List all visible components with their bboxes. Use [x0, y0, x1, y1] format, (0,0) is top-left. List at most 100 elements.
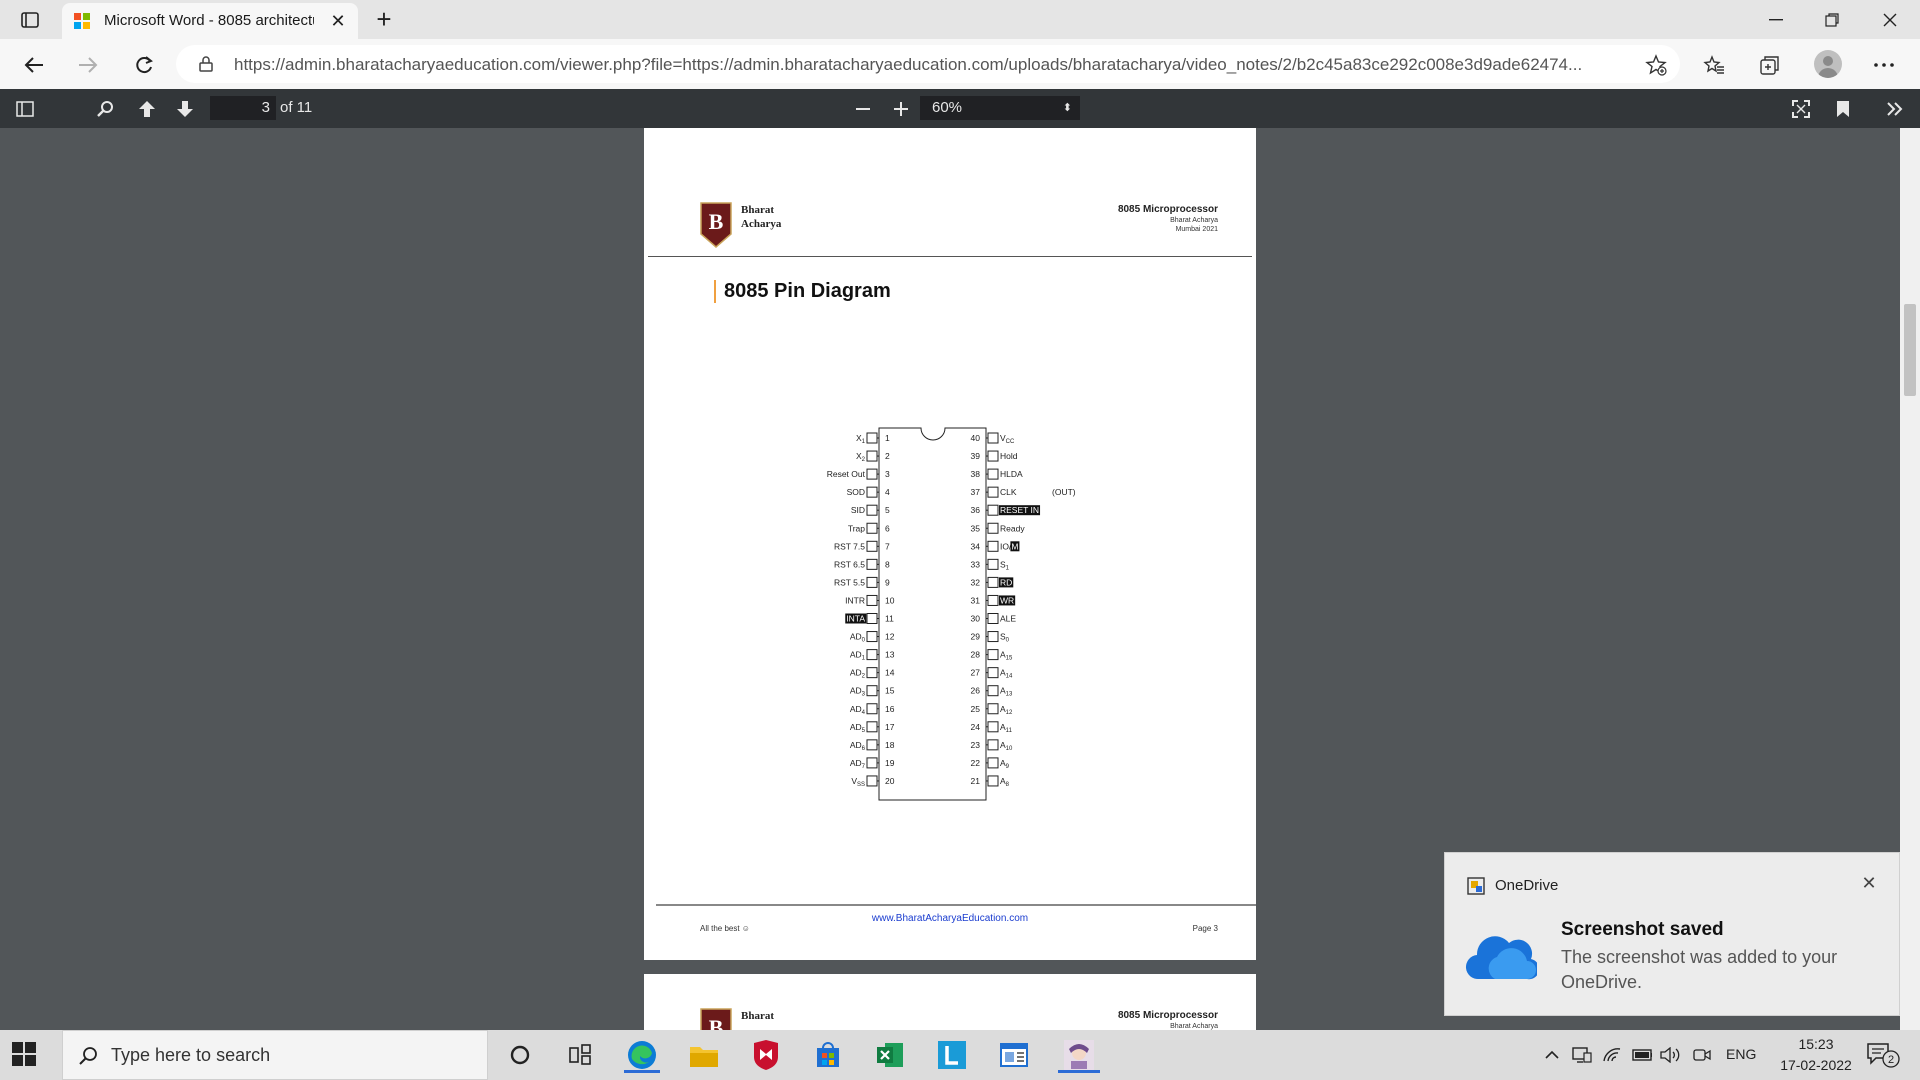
tools-expand-icon[interactable] [1884, 98, 1906, 120]
pin-label-right-25: A12 [1000, 704, 1013, 716]
scrollbar-thumb[interactable] [1904, 304, 1916, 396]
pin-label-left-17: AD5 [850, 722, 866, 734]
page-number-input[interactable]: 3 [210, 96, 276, 120]
tab-close-icon[interactable]: ✕ [328, 11, 348, 31]
add-favorite-icon[interactable] [1644, 53, 1668, 77]
pin-number-39: 39 [971, 451, 981, 461]
display-settings-icon[interactable] [1572, 1045, 1592, 1065]
pin-label-left-16: AD4 [850, 704, 866, 716]
active-low-letter-34: M [1011, 541, 1018, 551]
pin-number-16: 16 [885, 704, 895, 714]
document-viewer-icon[interactable] [996, 1037, 1032, 1073]
address-bar-row: https://admin.bharatacharyaeducation.com… [0, 39, 1920, 90]
windows-start-icon[interactable] [12, 1042, 38, 1068]
close-window-button[interactable] [1870, 6, 1910, 34]
toast-close-icon[interactable]: ✕ [1859, 873, 1879, 893]
pin-label-left-2: X2 [856, 451, 866, 463]
pin-box-6 [866, 522, 878, 534]
footer-website-link[interactable]: www.BharatAcharyaEducation.com [644, 913, 1256, 924]
tab-title: Microsoft Word - 8085 architectu [104, 12, 314, 29]
browser-tab[interactable]: Microsoft Word - 8085 architectu ✕ [62, 3, 358, 39]
pin-label-right-36: RESET IN [1000, 505, 1039, 515]
pin-box-33 [987, 558, 999, 570]
onedrive-notification[interactable]: OneDrive ✕ Screenshot saved The screensh… [1444, 852, 1900, 1016]
pin-label-right-37: CLK [1000, 487, 1017, 497]
new-tab-button[interactable]: + [370, 6, 398, 34]
active-indicator [624, 1070, 660, 1073]
next-header-title: 8085 Microprocessor [1117, 1010, 1218, 1021]
notification-center-icon[interactable]: 2 [1866, 1042, 1900, 1068]
pin-box-36 [987, 504, 999, 516]
more-menu-icon[interactable] [1872, 53, 1896, 77]
restore-button[interactable] [1812, 6, 1852, 34]
zoom-out-icon[interactable] [852, 98, 874, 120]
find-icon[interactable] [94, 98, 116, 120]
task-view-icon[interactable] [562, 1037, 598, 1073]
file-explorer-icon[interactable] [686, 1037, 722, 1073]
zoom-in-icon[interactable] [890, 98, 912, 120]
next-page-icon[interactable] [174, 98, 196, 120]
pin-number-32: 32 [971, 577, 981, 587]
pin-number-10: 10 [885, 595, 895, 605]
lock-icon[interactable] [198, 56, 214, 72]
pin-number-5: 5 [885, 505, 890, 515]
pin-box-15 [866, 685, 878, 697]
bharat-acharya-logo-next: B [700, 1008, 732, 1030]
url-field[interactable]: https://admin.bharatacharyaeducation.com… [176, 45, 1680, 83]
bookmark-icon[interactable] [1832, 98, 1854, 120]
battery-icon[interactable] [1632, 1045, 1652, 1065]
collections-icon[interactable] [1758, 53, 1782, 77]
forward-button[interactable] [72, 49, 104, 81]
pin-label-left-4: SOD [847, 487, 865, 497]
pin-number-37: 37 [971, 487, 981, 497]
clock-date[interactable]: 17-02-2022 [1766, 1057, 1866, 1073]
language-indicator[interactable]: ENG [1726, 1046, 1756, 1062]
pin-number-8: 8 [885, 559, 890, 569]
l-app-icon[interactable] [934, 1037, 970, 1073]
pin-label-left-20: VSS [851, 776, 865, 788]
pin-number-27: 27 [971, 668, 981, 678]
meet-now-icon[interactable] [1692, 1045, 1712, 1065]
search-icon [77, 1045, 99, 1067]
wifi-icon[interactable] [1602, 1045, 1622, 1065]
cortana-icon[interactable] [502, 1037, 538, 1073]
volume-icon[interactable] [1660, 1045, 1680, 1065]
presentation-mode-icon[interactable] [1790, 98, 1812, 120]
pin-box-27 [987, 667, 999, 679]
tab-actions-icon[interactable] [16, 8, 44, 32]
minimize-button[interactable] [1756, 6, 1796, 34]
pdf-page-next: B Bharat 8085 Microprocessor Bharat Acha… [644, 974, 1256, 1030]
pin-box-2 [866, 450, 878, 462]
pdf-toolbar: 3 of 11 60% ⬍ [0, 89, 1920, 128]
pin-label-left-14: AD2 [850, 668, 866, 680]
pdf-page-current: B Bharat Acharya 8085 Microprocessor Bha… [644, 168, 1256, 960]
pin-label-left-10: INTR [845, 595, 865, 605]
pin-label-left-3: Reset Out [827, 469, 866, 479]
refresh-button[interactable] [128, 49, 160, 81]
clock-time[interactable]: 15:23 [1786, 1036, 1846, 1052]
onedrive-cloud-icon [1465, 931, 1540, 983]
sidebar-toggle-icon[interactable] [14, 98, 36, 120]
previous-page-icon[interactable] [136, 98, 158, 120]
anime-app-icon[interactable] [1058, 1037, 1100, 1073]
microsoft-store-icon[interactable] [810, 1037, 846, 1073]
pin-box-20 [866, 775, 878, 787]
back-button[interactable] [18, 49, 50, 81]
edge-browser-icon[interactable] [624, 1037, 660, 1073]
excel-icon[interactable] [872, 1037, 908, 1073]
favorites-icon[interactable] [1702, 53, 1726, 77]
pin-box-40 [987, 432, 999, 444]
zoom-select[interactable]: 60% ⬍ [920, 96, 1080, 120]
pin-label-left-5: SID [851, 505, 865, 515]
pin-box-32 [987, 576, 999, 588]
pin-box-12 [866, 631, 878, 643]
taskbar-search-box[interactable]: Type here to search [62, 1030, 488, 1080]
vertical-scrollbar[interactable] [1900, 128, 1920, 1030]
pin-label-right-33: S1 [1000, 559, 1010, 571]
profile-avatar[interactable] [1814, 50, 1842, 78]
pin-number-29: 29 [971, 632, 981, 642]
pin-box-16 [866, 703, 878, 715]
toast-body: The screenshot was added to your OneDriv… [1561, 947, 1838, 992]
show-hidden-icons[interactable] [1542, 1045, 1562, 1065]
mcafee-icon[interactable] [748, 1037, 784, 1073]
